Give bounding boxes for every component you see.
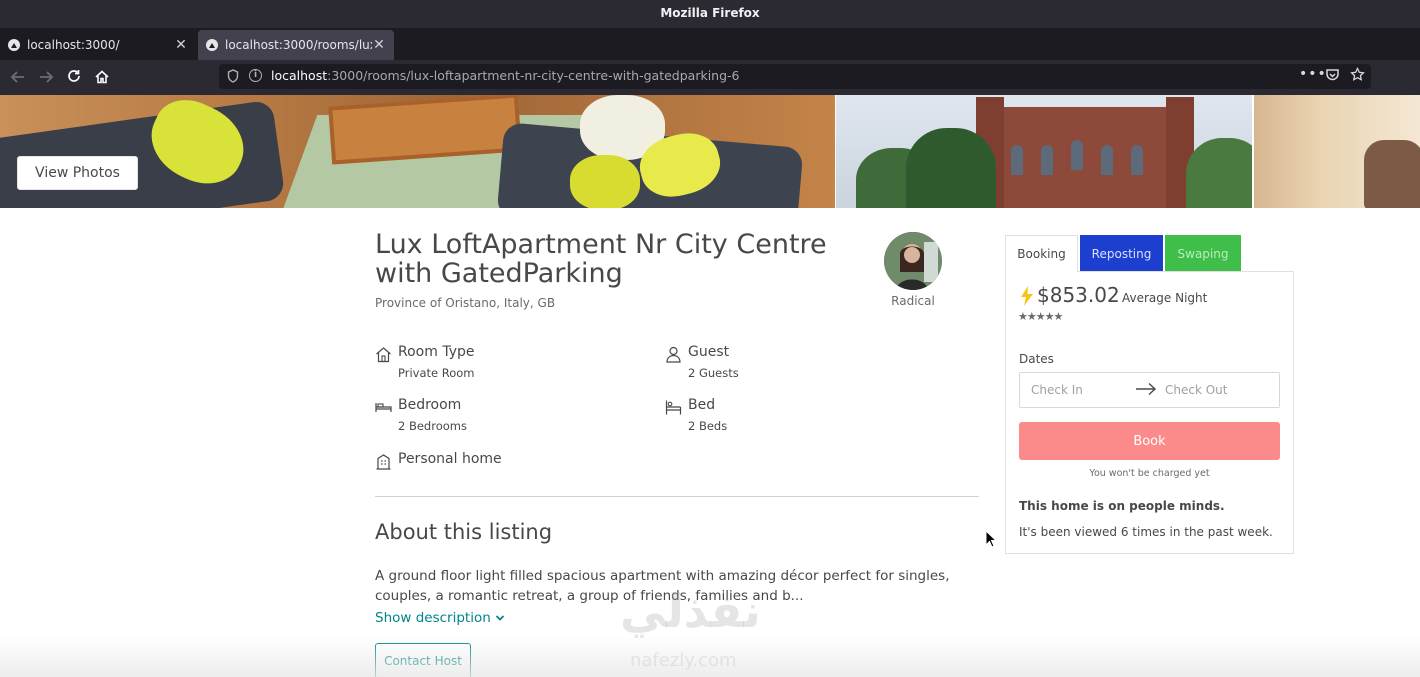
host-name: Radical xyxy=(891,294,935,308)
nightly-price: $853.02 xyxy=(1037,283,1120,307)
tab-booking[interactable]: Booking xyxy=(1005,235,1078,272)
contact-host-button[interactable]: Contact Host xyxy=(375,643,471,677)
chevron-down-icon xyxy=(495,610,505,626)
church-photo[interactable] xyxy=(836,95,1252,208)
listing-location: Province of Oristano, Italy, GB xyxy=(375,296,556,310)
price-suffix: Average Night xyxy=(1122,291,1208,305)
view-photos-button[interactable]: View Photos xyxy=(17,156,138,190)
reload-icon[interactable] xyxy=(64,68,84,88)
close-tab-icon[interactable]: ✕ xyxy=(174,37,188,53)
feature-label: Guest xyxy=(688,344,730,360)
feature-bedroom: Bedroom 2 Bedrooms xyxy=(375,397,655,437)
back-icon[interactable] xyxy=(8,68,28,88)
tab-title: localhost:3000/rooms/lux-loftapartment-n… xyxy=(225,38,372,52)
person-icon xyxy=(665,346,683,364)
feature-value: 2 Beds xyxy=(688,419,728,433)
feature-personal-home: Personal home xyxy=(375,451,655,473)
section-divider xyxy=(375,496,979,497)
show-description-link[interactable]: Show description xyxy=(375,610,505,626)
tab-strip: localhost:3000/ ✕ localhost:3000/rooms/l… xyxy=(0,28,1420,82)
page-actions-icon[interactable]: ••• xyxy=(1299,66,1327,82)
feature-label: Bedroom xyxy=(398,397,462,413)
bookmark-star-icon[interactable] xyxy=(1350,66,1365,86)
tab-reposting[interactable]: Reposting xyxy=(1080,235,1163,272)
tab-swaping[interactable]: Swaping xyxy=(1165,235,1241,272)
hero-photos[interactable] xyxy=(0,95,1420,208)
check-in-input[interactable]: Check In xyxy=(1031,383,1083,397)
feature-room-type: Room Type Private Room xyxy=(375,344,655,384)
house-icon xyxy=(375,346,393,364)
close-tab-icon[interactable]: ✕ xyxy=(372,37,386,53)
bedroom-photo[interactable] xyxy=(1254,95,1420,208)
show-description-label: Show description xyxy=(375,610,491,626)
feature-guest: Guest 2 Guests xyxy=(665,344,945,384)
views-note: It's been viewed 6 times in the past wee… xyxy=(1019,525,1273,539)
watermark-url: nafezly.com xyxy=(630,650,737,671)
building-icon xyxy=(375,453,393,471)
forward-icon[interactable] xyxy=(36,68,56,88)
pocket-icon[interactable] xyxy=(1325,67,1340,86)
feature-bed: Bed 2 Beds xyxy=(665,397,945,437)
tab-title: localhost:3000/ xyxy=(27,38,120,52)
tab-room[interactable]: localhost:3000/rooms/lux-loftapartment-n… xyxy=(198,30,394,60)
site-favicon-icon xyxy=(8,39,20,51)
bunk-bed-icon xyxy=(665,399,683,417)
no-charge-note: You won't be charged yet xyxy=(1089,468,1210,479)
living-room-photo[interactable] xyxy=(0,95,835,208)
rating-stars: ★★★★★ xyxy=(1018,310,1063,323)
book-button[interactable]: Book xyxy=(1019,422,1280,460)
listing-title: Lux LoftApartment Nr City Centre with Ga… xyxy=(375,229,827,289)
feature-label: Personal home xyxy=(398,451,502,467)
url-bar[interactable]: i localhost:3000/rooms/lux-loftapartment… xyxy=(219,64,1371,89)
tab-home[interactable]: localhost:3000/ ✕ xyxy=(0,30,196,60)
arrow-right-icon xyxy=(1135,380,1157,398)
info-icon[interactable]: i xyxy=(249,69,262,82)
feature-value: 2 Guests xyxy=(688,366,739,380)
bottom-fade xyxy=(0,636,1420,677)
popularity-note: This home is on people minds. xyxy=(1019,499,1225,513)
check-out-input[interactable]: Check Out xyxy=(1165,383,1227,397)
window-title: Mozilla Firefox xyxy=(0,0,1420,28)
feature-label: Room Type xyxy=(398,344,475,360)
dates-label: Dates xyxy=(1019,352,1054,366)
url-text[interactable]: localhost:3000/rooms/lux-loftapartment-n… xyxy=(271,68,740,83)
mouse-cursor-icon xyxy=(985,529,998,548)
shield-icon[interactable] xyxy=(227,69,239,86)
feature-value: 2 Bedrooms xyxy=(398,419,467,433)
about-text: A ground floor light filled spacious apa… xyxy=(375,568,950,604)
feature-label: Bed xyxy=(688,397,716,413)
about-heading: About this listing xyxy=(375,520,553,544)
host-avatar[interactable] xyxy=(884,232,942,290)
bed-icon xyxy=(375,399,393,417)
lightning-icon xyxy=(1019,285,1035,307)
site-favicon-icon xyxy=(206,39,218,51)
feature-value: Private Room xyxy=(398,366,475,380)
home-icon[interactable] xyxy=(92,68,112,88)
